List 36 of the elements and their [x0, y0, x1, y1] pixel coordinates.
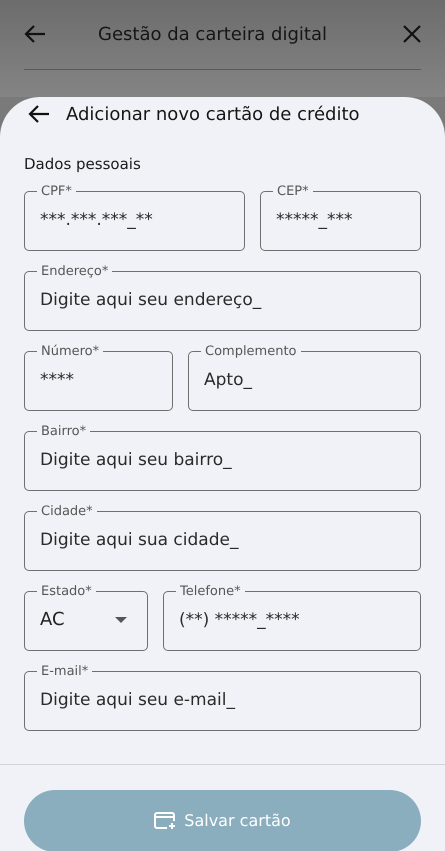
caret-icon [115, 616, 127, 622]
input-field[interactable]: Digite aqui seu bairro_ [37, 440, 408, 480]
sheet-title: Adicionar novo cartão de crédito [66, 102, 360, 126]
close-icon[interactable] [403, 25, 421, 43]
field-label: Complemento [204, 344, 298, 360]
input-field[interactable]: ***.***.***_** [37, 200, 232, 240]
input-field[interactable]: Apto_ [201, 360, 408, 400]
field-label: Bairro* [40, 424, 88, 440]
text-field[interactable]: CPF* ***.***.***_** [24, 184, 245, 250]
field-label: E-mail* [40, 664, 90, 680]
text-field[interactable]: E-mail* Digite aqui seu e-mail_ [24, 664, 421, 730]
input-field[interactable]: Digite aqui seu e-mail_ [37, 680, 408, 720]
field-label: Cidade* [40, 504, 94, 520]
field-label: Estado* [40, 584, 93, 600]
input-field[interactable]: (**) *****_**** [176, 600, 408, 640]
card-add-icon [154, 812, 176, 830]
state-dropdown[interactable]: Estado* AC [24, 584, 148, 650]
field-label: CEP* [276, 184, 310, 200]
field-label: CPF* [40, 184, 73, 200]
text-field[interactable]: Número* **** [24, 344, 173, 410]
input-field[interactable]: **** [37, 360, 160, 400]
back-arrow-icon[interactable] [28, 104, 50, 124]
text-field[interactable]: Complemento Apto_ [188, 344, 421, 410]
text-field[interactable]: CEP* *****_*** [260, 184, 421, 250]
text-field[interactable]: Endereço* Digite aqui seu endereço_ [24, 264, 421, 330]
input-field[interactable]: Digite aqui sua cidade_ [37, 520, 408, 560]
text-field[interactable]: Telefone* (**) *****_**** [163, 584, 421, 650]
text-field[interactable]: Cidade* Digite aqui sua cidade_ [24, 504, 421, 570]
screen-title: Gestão da carteira digital [98, 22, 327, 46]
field-label: Endereço* [40, 264, 110, 280]
input-field[interactable]: *****_*** [273, 200, 408, 240]
section-heading: Dados pessoais [23, 154, 142, 175]
text-field[interactable]: Bairro* Digite aqui seu bairro_ [24, 424, 421, 490]
field-label: Número* [40, 344, 100, 360]
field-label: Telefone* [179, 584, 242, 600]
input-field[interactable]: Digite aqui seu endereço_ [37, 280, 408, 320]
